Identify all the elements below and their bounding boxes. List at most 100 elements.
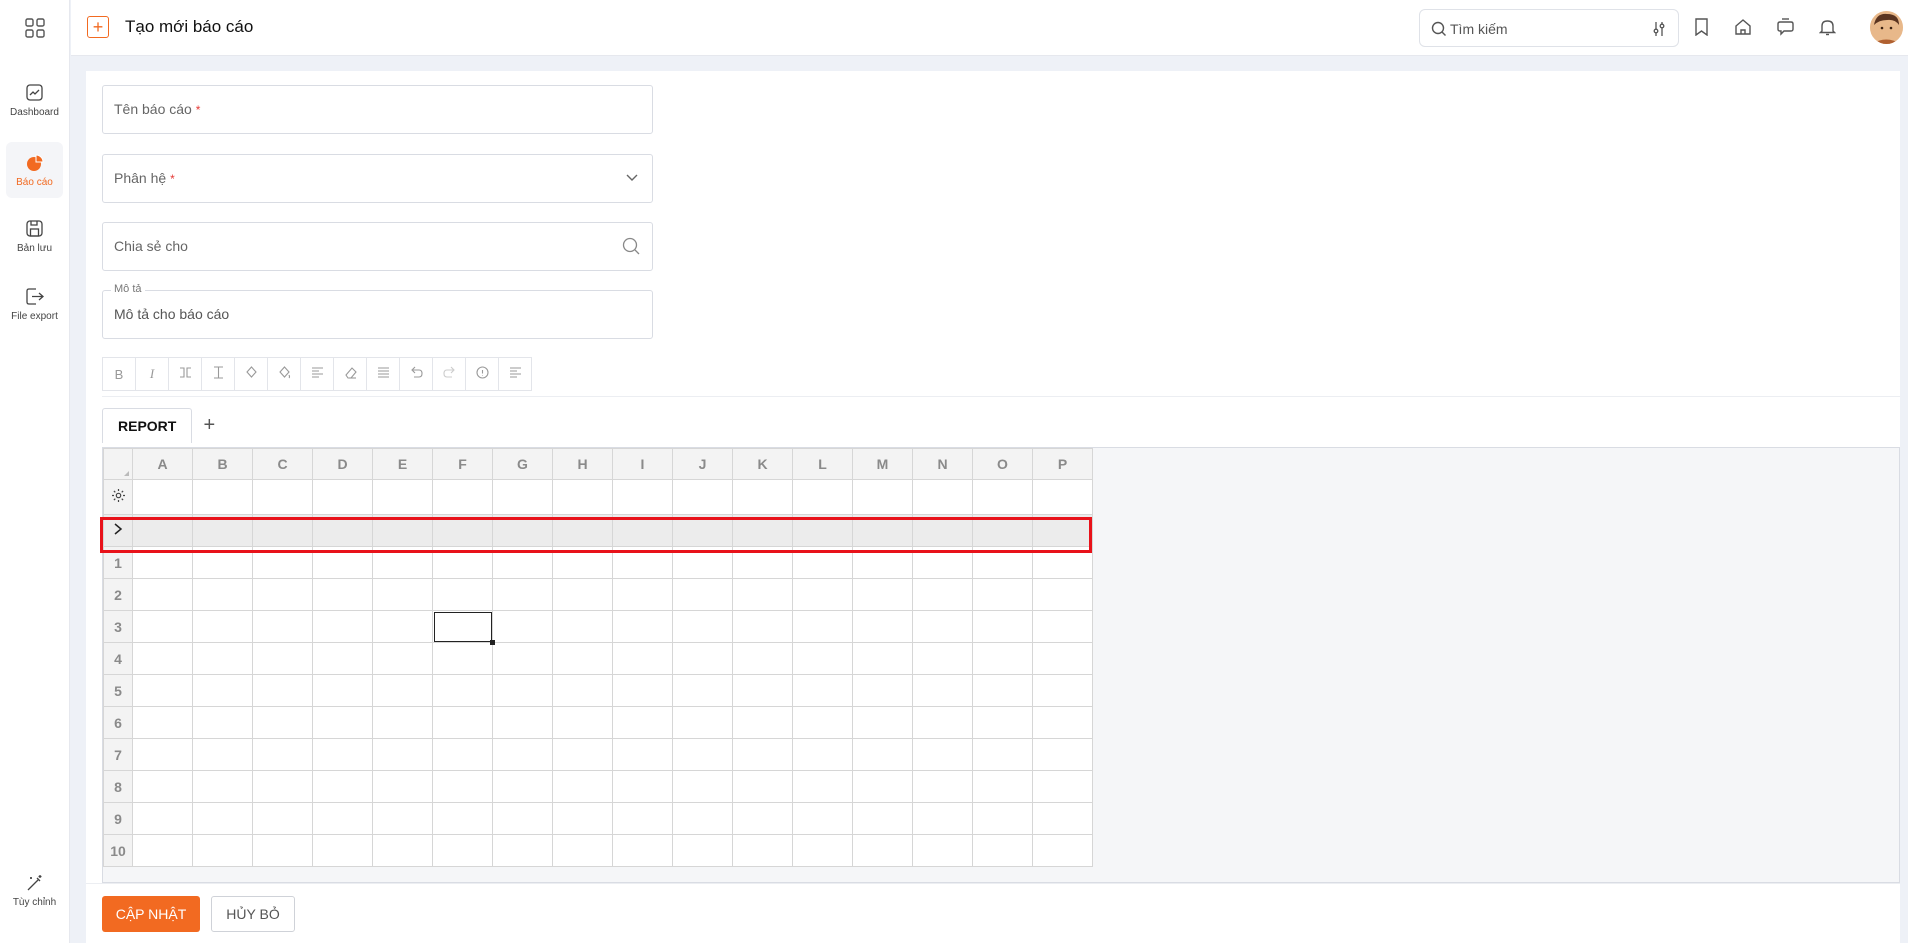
cell[interactable] (552, 514, 613, 547)
cell[interactable] (912, 546, 973, 579)
cell[interactable] (492, 738, 553, 771)
cell[interactable] (612, 706, 673, 739)
column-header-b[interactable]: B (192, 448, 253, 480)
cell[interactable] (372, 706, 433, 739)
cell[interactable] (372, 610, 433, 643)
report-name-field[interactable]: Tên báo cáo * (102, 85, 653, 134)
format-painter-button[interactable] (366, 357, 400, 391)
cell[interactable] (852, 802, 913, 835)
cell[interactable] (492, 610, 553, 643)
cell[interactable] (972, 479, 1033, 515)
cell[interactable] (912, 674, 973, 707)
row-header[interactable]: 10 (103, 834, 133, 867)
cell[interactable] (192, 674, 253, 707)
column-header-p[interactable]: P (1032, 448, 1093, 480)
cell[interactable] (492, 642, 553, 675)
cell[interactable] (612, 738, 673, 771)
cell[interactable] (312, 642, 373, 675)
cell[interactable] (432, 706, 493, 739)
cell[interactable] (732, 610, 793, 643)
cell[interactable] (852, 674, 913, 707)
settings-row-header[interactable] (103, 479, 133, 515)
cell[interactable] (252, 834, 313, 867)
cell[interactable] (552, 610, 613, 643)
description-field[interactable]: Mô tả Mô tả cho báo cáo (102, 283, 653, 339)
cell[interactable] (1032, 578, 1093, 611)
cell[interactable] (372, 514, 433, 547)
cell[interactable] (792, 674, 853, 707)
cell[interactable] (972, 578, 1033, 611)
cell[interactable] (252, 479, 313, 515)
cell[interactable] (612, 802, 673, 835)
row-header[interactable]: 8 (103, 770, 133, 803)
cell[interactable] (372, 834, 433, 867)
clear-format-button[interactable] (333, 357, 367, 391)
cell[interactable] (492, 770, 553, 803)
column-header-j[interactable]: J (672, 448, 733, 480)
cell[interactable] (372, 802, 433, 835)
cell[interactable] (492, 802, 553, 835)
column-header-h[interactable]: H (552, 448, 613, 480)
cell[interactable] (732, 834, 793, 867)
cell[interactable] (912, 706, 973, 739)
cell[interactable] (312, 802, 373, 835)
cell[interactable] (612, 770, 673, 803)
cell[interactable] (372, 674, 433, 707)
cell[interactable] (252, 610, 313, 643)
cell[interactable] (732, 642, 793, 675)
cell[interactable] (732, 479, 793, 515)
cell[interactable] (792, 610, 853, 643)
cell[interactable] (972, 706, 1033, 739)
cell[interactable] (792, 706, 853, 739)
avatar[interactable] (1870, 11, 1903, 44)
row-header[interactable]: 5 (103, 674, 133, 707)
share-with-field[interactable]: Chia sẻ cho (102, 222, 653, 271)
cell[interactable] (132, 514, 193, 547)
bold-button[interactable]: B (102, 357, 136, 391)
module-select[interactable]: Phân hệ * (102, 154, 653, 203)
cell[interactable] (912, 770, 973, 803)
cell[interactable] (312, 479, 373, 515)
cell[interactable] (192, 578, 253, 611)
cell[interactable] (132, 834, 193, 867)
row-header[interactable]: 2 (103, 578, 133, 611)
cell[interactable] (132, 578, 193, 611)
cell[interactable] (852, 770, 913, 803)
cell[interactable] (252, 770, 313, 803)
cell[interactable] (432, 674, 493, 707)
align-button[interactable] (300, 357, 334, 391)
cell[interactable] (492, 514, 553, 547)
cell[interactable] (432, 479, 493, 515)
cell[interactable] (912, 514, 973, 547)
cell[interactable] (372, 479, 433, 515)
column-header-k[interactable]: K (732, 448, 793, 480)
cell[interactable] (132, 770, 193, 803)
cell[interactable] (732, 802, 793, 835)
cell[interactable] (612, 674, 673, 707)
cell[interactable] (432, 514, 493, 547)
cell[interactable] (492, 706, 553, 739)
cell[interactable] (552, 674, 613, 707)
column-header-c[interactable]: C (252, 448, 313, 480)
bookmark-icon[interactable] (1691, 17, 1711, 37)
column-header-e[interactable]: E (372, 448, 433, 480)
cell[interactable] (972, 738, 1033, 771)
cell[interactable] (552, 770, 613, 803)
redo-button[interactable] (432, 357, 466, 391)
row-header[interactable]: 6 (103, 706, 133, 739)
column-header-n[interactable]: N (912, 448, 973, 480)
cell[interactable] (132, 610, 193, 643)
cell[interactable] (732, 738, 793, 771)
cell[interactable] (552, 834, 613, 867)
cell[interactable] (192, 514, 253, 547)
cell[interactable] (1032, 802, 1093, 835)
cell[interactable] (1032, 706, 1093, 739)
cell[interactable] (852, 642, 913, 675)
column-header-l[interactable]: L (792, 448, 853, 480)
column-header-m[interactable]: M (852, 448, 913, 480)
cell[interactable] (672, 802, 733, 835)
cell[interactable] (792, 770, 853, 803)
select-all-corner[interactable] (103, 448, 133, 480)
cell[interactable] (672, 479, 733, 515)
cell[interactable] (1032, 770, 1093, 803)
